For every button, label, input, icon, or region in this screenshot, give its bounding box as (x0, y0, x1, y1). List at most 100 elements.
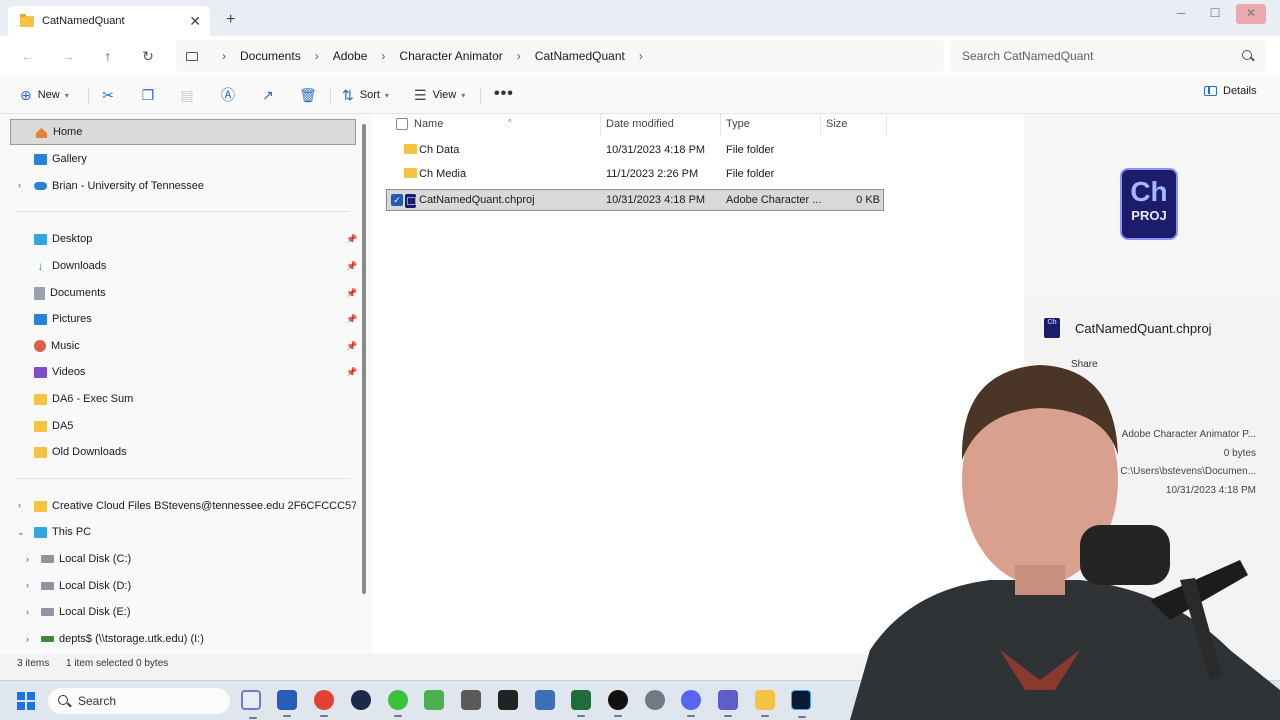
column-type[interactable]: Type (726, 118, 750, 130)
teams-icon[interactable] (718, 690, 738, 717)
sidebar-item-gallery[interactable]: Gallery (10, 146, 356, 172)
word-icon[interactable] (277, 690, 297, 717)
delete-icon[interactable]: 🗑 (298, 85, 318, 105)
file-date: 10/31/2023 4:18 PM (606, 144, 706, 156)
pin-icon[interactable]: 📌 (346, 234, 357, 245)
up-button[interactable]: ↑ (98, 46, 118, 66)
calculator-icon[interactable] (535, 690, 555, 710)
share-button[interactable]: Share (1071, 359, 1098, 370)
sidebar-item-network-drive[interactable]: depts$ (\\tstorage.utk.edu) (I:) (10, 626, 356, 652)
cut-icon[interactable]: ✂ (98, 85, 118, 105)
file-row[interactable]: Ch Data 10/31/2023 4:18 PM File folder (386, 140, 884, 162)
details-button[interactable]: Details (1204, 85, 1257, 97)
sidebar-item-old-downloads[interactable]: Old Downloads (10, 439, 356, 465)
new-tab-button[interactable]: + (226, 11, 235, 29)
search-input[interactable]: Search CatNamedQuant (950, 40, 1266, 72)
explorer-tab[interactable]: CatNamedQuant ✕ (8, 6, 210, 36)
app-icon[interactable] (645, 690, 665, 710)
app-icon[interactable] (461, 690, 481, 710)
address-bar[interactable]: › Documents › Adobe › Character Animator… (176, 40, 944, 72)
breadcrumb-catnamedquant[interactable]: CatNamedQuant (535, 49, 625, 63)
sidebar-item-desktop[interactable]: Desktop (10, 226, 356, 252)
app-icon[interactable] (351, 690, 371, 710)
new-button[interactable]: ⊕ New ▾ (20, 85, 69, 105)
sidebar-item-videos[interactable]: Videos (10, 359, 356, 385)
sidebar-item-label: Local Disk (D:) (59, 580, 132, 592)
excel-icon[interactable] (571, 690, 591, 717)
sidebar-item-drive-e[interactable]: Local Disk (E:) (10, 599, 356, 625)
pin-icon[interactable]: 📌 (346, 288, 357, 299)
chevron-right-icon[interactable]: › (639, 49, 643, 63)
paste-icon[interactable]: ▤ (177, 85, 197, 105)
sort-icon: ⇅ (342, 86, 354, 103)
column-separator[interactable] (600, 114, 601, 136)
breadcrumb-character-animator[interactable]: Character Animator (399, 49, 502, 63)
sidebar-item-da6[interactable]: DA6 - Exec Sum (10, 386, 356, 412)
sidebar-item-this-pc[interactable]: This PC (10, 519, 356, 545)
sort-button[interactable]: ⇅ Sort ▾ (342, 85, 389, 105)
sidebar-item-home[interactable]: Home (10, 119, 356, 145)
chevron-right-icon[interactable]: › (222, 49, 226, 63)
copy-icon[interactable]: ❐ (138, 85, 158, 105)
view-button[interactable]: ☰ View ▾ (414, 85, 465, 105)
column-size[interactable]: Size (826, 118, 847, 130)
checkbox-checked-icon[interactable]: ✓ (391, 194, 403, 206)
sidebar-item-da5[interactable]: DA5 (10, 413, 356, 439)
snipping-tool-icon[interactable] (241, 690, 261, 719)
sidebar-item-downloads[interactable]: ↓ Downloads (10, 253, 356, 279)
file-row[interactable]: Ch Media 11/1/2023 2:26 PM File folder (386, 164, 884, 186)
sidebar-item-creative-cloud[interactable]: Creative Cloud Files BStevens@tennessee.… (10, 493, 356, 519)
more-options-button[interactable]: ••• (494, 85, 514, 103)
back-button[interactable]: ← (18, 46, 38, 66)
column-separator[interactable] (886, 114, 887, 136)
tab-close-button[interactable]: ✕ (189, 13, 201, 30)
chevron-right-icon[interactable]: › (315, 49, 319, 63)
column-date[interactable]: Date modified (606, 118, 674, 130)
sidebar-scrollbar[interactable] (362, 124, 366, 594)
pin-icon[interactable]: 📌 (346, 341, 357, 352)
refresh-button[interactable]: ↻ (138, 46, 158, 66)
forward-button[interactable]: → (58, 46, 78, 66)
sidebar-item-label: Old Downloads (52, 446, 127, 458)
photoshop-icon[interactable] (791, 690, 811, 718)
breadcrumb-adobe[interactable]: Adobe (333, 49, 368, 63)
column-name[interactable]: Name (414, 118, 443, 130)
column-separator[interactable] (720, 114, 721, 136)
search-icon (1242, 50, 1252, 60)
breadcrumb-documents[interactable]: Documents (240, 49, 301, 63)
sidebar-item-drive-d[interactable]: Local Disk (D:) (10, 573, 356, 599)
rename-icon[interactable]: Ⓐ (218, 85, 238, 105)
chevron-down-icon: ▾ (384, 90, 389, 100)
file-row[interactable]: ✓ CatNamedQuant.chproj 10/31/2023 4:18 P… (386, 189, 884, 211)
start-button[interactable] (17, 692, 36, 711)
maximize-button[interactable]: ☐ (1200, 4, 1230, 24)
close-button[interactable]: ✕ (1236, 4, 1266, 24)
sidebar-item-onedrive[interactable]: Brian - University of Tennessee (10, 173, 356, 199)
drive-icon (41, 555, 54, 563)
app-icon[interactable] (424, 690, 444, 710)
app-icon[interactable] (498, 690, 518, 710)
sidebar-item-pictures[interactable]: Pictures (10, 306, 356, 332)
file-explorer-icon[interactable] (755, 690, 775, 717)
app-icon[interactable] (608, 690, 628, 717)
details-date: 10/31/2023 4:18 PM (1165, 485, 1256, 496)
taskbar-search[interactable]: Search (48, 688, 230, 714)
minimize-button[interactable]: ─ (1166, 4, 1196, 24)
sidebar-item-drive-c[interactable]: Local Disk (C:) (10, 546, 356, 572)
view-list-icon: ☰ (414, 86, 427, 103)
pin-icon[interactable]: 📌 (346, 367, 357, 378)
sidebar-item-documents[interactable]: Documents (10, 280, 356, 306)
discord-icon[interactable] (681, 690, 701, 717)
chrome-icon[interactable] (314, 690, 334, 717)
column-separator[interactable] (820, 114, 821, 136)
sidebar-item-music[interactable]: Music (10, 333, 356, 359)
pin-icon[interactable]: 📌 (346, 261, 357, 272)
new-label: New (37, 89, 60, 101)
sidebar-item-label: This PC (52, 526, 92, 538)
share-icon[interactable]: ↗ (258, 85, 278, 105)
select-all-checkbox[interactable] (396, 118, 408, 130)
chevron-right-icon[interactable]: › (517, 49, 521, 63)
pin-icon[interactable]: 📌 (346, 314, 357, 325)
chevron-right-icon[interactable]: › (381, 49, 385, 63)
app-icon[interactable] (388, 690, 408, 717)
